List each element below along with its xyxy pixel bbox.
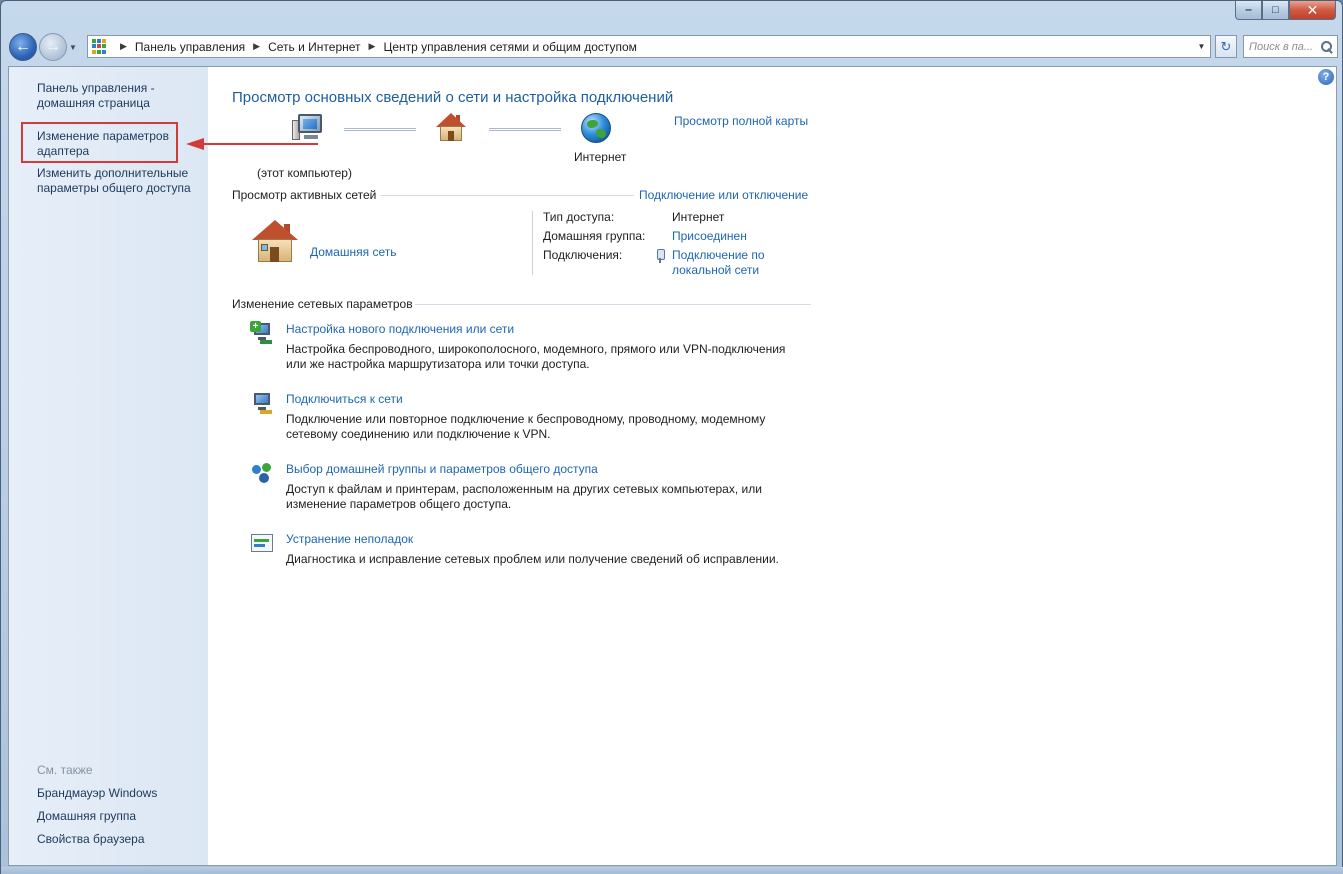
section-divider	[381, 195, 634, 196]
connection-line	[489, 128, 561, 131]
forward-button[interactable]: →	[39, 33, 67, 61]
sidebar-link-label: Панель управления -	[37, 81, 155, 95]
back-arrow-icon: ←	[15, 38, 31, 55]
internet-label: Интернет	[574, 150, 627, 164]
refresh-button[interactable]: ↻	[1215, 35, 1237, 58]
recent-pages-dropdown[interactable]: ▼	[67, 43, 79, 52]
task-description-line: или же настройка маршрутизатора или точк…	[286, 357, 590, 371]
task-homegroup-sharing-link[interactable]: Выбор домашней группы и параметров общег…	[286, 462, 598, 476]
page-title: Просмотр основных сведений о сети и наст…	[232, 89, 674, 106]
task-new-connection-description: Настройка беспроводного, широкополосного…	[286, 342, 816, 372]
address-bar[interactable]: ▶ Панель управления ▶ Сеть и Интернет ▶ …	[87, 35, 1211, 58]
navigation-bar: ← → ▼ ▶ Панель управления ▶ Сеть и Интер…	[9, 32, 1338, 62]
access-type-value: Интернет	[672, 210, 725, 224]
active-networks-heading: Просмотр активных сетей	[232, 188, 377, 202]
task-homegroup-sharing-description: Доступ к файлам и принтерам, расположенн…	[286, 482, 816, 512]
change-settings-heading: Изменение сетевых параметров	[232, 297, 413, 311]
breadcrumb-control-panel[interactable]: Панель управления	[135, 40, 245, 54]
search-input[interactable]: Поиск в па...	[1243, 35, 1338, 58]
forward-arrow-icon: →	[45, 38, 61, 55]
maximize-button[interactable]: □	[1262, 1, 1289, 20]
task-troubleshoot-description: Диагностика и исправление сетевых пробле…	[286, 552, 816, 567]
control-panel-icon	[92, 38, 108, 55]
annotation-highlight-box	[21, 122, 178, 163]
sidebar-link-firewall[interactable]: Брандмауэр Windows	[37, 786, 157, 801]
sidebar-link-control-panel-home[interactable]: Панель управления - домашняя страница	[37, 81, 155, 111]
task-new-connection-link[interactable]: Настройка нового подключения или сети	[286, 322, 514, 336]
refresh-icon: ↻	[1220, 38, 1232, 54]
task-troubleshoot-link[interactable]: Устранение неполадок	[286, 532, 413, 546]
section-divider	[415, 304, 811, 305]
connections-label: Подключения:	[543, 248, 623, 262]
annotation-arrow-head	[186, 138, 204, 150]
full-map-link[interactable]: Просмотр полной карты	[674, 114, 808, 128]
connect-to-network-icon	[250, 391, 274, 415]
sidebar-link-browser-properties[interactable]: Свойства браузера	[37, 832, 145, 847]
back-button[interactable]: ←	[9, 33, 37, 61]
homegroup-link[interactable]: Присоединен	[672, 229, 747, 244]
help-icon[interactable]: ?	[1318, 69, 1334, 85]
access-type-label: Тип доступа:	[543, 210, 615, 224]
internet-globe-icon[interactable]	[581, 113, 611, 143]
lan-connection-label: локальной сети	[672, 263, 760, 277]
sidebar-link-advanced-sharing[interactable]: Изменить дополнительные параметры общего…	[37, 166, 191, 196]
search-placeholder: Поиск в па...	[1249, 40, 1314, 53]
sidebar: Панель управления - домашняя страница Из…	[9, 67, 208, 865]
breadcrumb-separator[interactable]: ▶	[369, 41, 376, 52]
sidebar-link-label: параметры общего доступа	[37, 181, 191, 195]
computer-icon[interactable]	[290, 112, 324, 142]
task-description-line: Настройка беспроводного, широкополосного…	[286, 342, 786, 356]
breadcrumb-network-center[interactable]: Центр управления сетями и общим доступом	[383, 40, 637, 54]
breadcrumb-separator[interactable]: ▶	[253, 41, 260, 52]
homegroup-label: Домашняя группа:	[543, 229, 646, 243]
task-connect-network-description: Подключение или повторное подключение к …	[286, 412, 816, 442]
breadcrumb-separator[interactable]: ▶	[120, 41, 127, 52]
troubleshoot-icon	[250, 531, 274, 555]
task-description-line: Диагностика и исправление сетевых пробле…	[286, 552, 779, 566]
window-bottom-border	[1, 867, 1343, 874]
home-network-link[interactable]: Домашняя сеть	[310, 245, 396, 259]
sidebar-link-homegroup[interactable]: Домашняя группа	[37, 809, 136, 824]
homegroup-sharing-icon	[250, 461, 274, 485]
task-description-line: Подключение или повторное подключение к …	[286, 412, 766, 426]
address-dropdown-button[interactable]: ▼	[1193, 36, 1210, 57]
task-connect-network-link[interactable]: Подключиться к сети	[286, 392, 403, 406]
lan-connection-label: Подключение по	[672, 248, 765, 262]
see-also-heading: См. также	[37, 763, 93, 777]
explorer-window: ‒ □ ✕ ← → ▼ ▶ Панель управления ▶ Сеть и…	[0, 0, 1343, 874]
computer-label: (этот компьютер)	[257, 166, 352, 180]
connection-line	[344, 128, 416, 131]
sidebar-link-label: домашняя страница	[37, 96, 150, 110]
content-area: Панель управления - домашняя страница Из…	[8, 66, 1337, 866]
sidebar-link-label: Изменить дополнительные	[37, 166, 189, 180]
annotation-arrow-line	[203, 143, 318, 145]
connect-disconnect-link[interactable]: Подключение или отключение	[639, 188, 808, 202]
search-icon[interactable]	[1320, 40, 1334, 54]
task-description-line: Доступ к файлам и принтерам, расположенн…	[286, 482, 762, 496]
lan-connection-icon	[656, 249, 665, 263]
task-description-line: изменение параметров общего доступа.	[286, 497, 512, 511]
home-network-icon[interactable]	[434, 113, 468, 143]
new-connection-icon: +	[250, 321, 274, 345]
vertical-divider	[532, 211, 533, 275]
caption-buttons: ‒ □ ✕	[1235, 1, 1336, 20]
breadcrumb-network-internet[interactable]: Сеть и Интернет	[268, 40, 360, 54]
lan-connection-link[interactable]: Подключение по локальной сети	[672, 248, 765, 278]
task-description-line: сетевому соединению или подключение к VP…	[286, 427, 551, 441]
close-button[interactable]: ✕	[1289, 1, 1336, 20]
minimize-button[interactable]: ‒	[1235, 1, 1262, 20]
home-network-large-icon[interactable]	[251, 220, 299, 264]
